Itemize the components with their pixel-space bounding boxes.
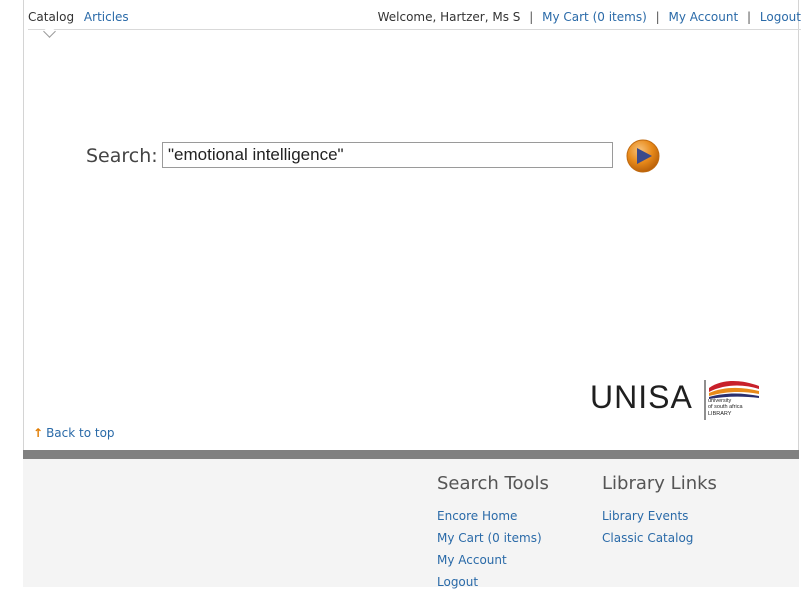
search-tabs: Catalog Articles — [28, 10, 135, 24]
footer-logout-link[interactable]: Logout — [437, 571, 549, 593]
logo-text-line: LIBRARY — [708, 410, 732, 417]
search-input[interactable] — [162, 142, 613, 168]
search-label: Search: — [86, 145, 158, 167]
classic-catalog-link[interactable]: Classic Catalog — [602, 527, 717, 549]
footer-my-account-link[interactable]: My Account — [437, 549, 549, 571]
tab-catalog[interactable]: Catalog — [28, 10, 74, 24]
separator: | — [747, 10, 752, 24]
logo-wordmark: UNISA — [590, 379, 693, 415]
logo-text-line: of south africa — [708, 404, 743, 411]
separator: | — [655, 10, 660, 24]
logo-subtitle: university of south africa LIBRARY — [708, 398, 743, 417]
footer-my-cart-link[interactable]: My Cart (0 items) — [437, 527, 549, 549]
encore-home-link[interactable]: Encore Home — [437, 505, 549, 527]
user-bar: Welcome, Hartzer, Ms S | My Cart (0 item… — [378, 10, 801, 24]
top-navigation-bar: Catalog Articles Welcome, Hartzer, Ms S … — [28, 7, 801, 38]
my-cart-link[interactable]: My Cart (0 items) — [542, 10, 647, 24]
back-to-top: ↑ Back to top — [33, 426, 115, 440]
logout-link[interactable]: Logout — [760, 10, 801, 24]
search-tools-heading: Search Tools — [437, 473, 549, 494]
library-links-section: Library Links Library Events Classic Cat… — [602, 473, 717, 549]
footer: Search Tools Encore Home My Cart (0 item… — [23, 459, 799, 589]
search-submit-button[interactable] — [625, 139, 661, 173]
play-arrow-icon — [626, 139, 660, 173]
unisa-library-logo: UNISA university of south africa LIBRARY — [590, 376, 766, 422]
tab-articles[interactable]: Articles — [84, 10, 129, 24]
library-links-heading: Library Links — [602, 473, 717, 494]
my-account-link[interactable]: My Account — [668, 10, 738, 24]
back-to-top-link[interactable]: Back to top — [46, 426, 114, 440]
separator: | — [529, 10, 534, 24]
up-arrow-icon: ↑ — [33, 426, 44, 440]
footer-divider — [23, 450, 799, 459]
welcome-text: Welcome, Hartzer, Ms S — [377, 10, 521, 24]
search-tools-section: Search Tools Encore Home My Cart (0 item… — [437, 473, 549, 593]
library-events-link[interactable]: Library Events — [602, 505, 717, 527]
